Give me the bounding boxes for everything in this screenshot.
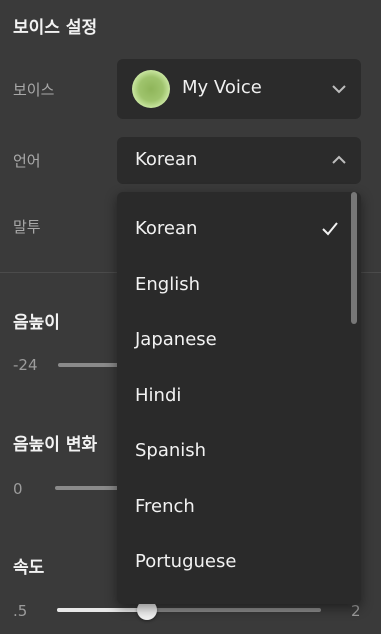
chevron-up-icon <box>332 155 346 164</box>
language-option-hindi[interactable]: Hindi <box>135 385 181 406</box>
voice-select-value: My Voice <box>182 77 262 98</box>
language-option-spanish[interactable]: Spanish <box>135 440 206 461</box>
checkmark-icon <box>322 222 338 236</box>
language-select[interactable]: Korean <box>117 137 361 184</box>
voice-label: 보이스 <box>13 81 55 99</box>
language-option-portuguese[interactable]: Portuguese <box>135 551 236 572</box>
speed-max-label: 2 <box>351 602 361 620</box>
language-select-value: Korean <box>135 149 198 170</box>
language-dropdown-menu[interactable]: Korean English Japanese Hindi Spanish French P… <box>117 192 361 604</box>
speed-min-label: .5 <box>13 602 28 620</box>
language-option-french[interactable]: French <box>135 496 195 517</box>
tone-label: 말투 <box>13 218 41 236</box>
voice-select[interactable]: My Voice <box>117 59 361 119</box>
pitch-variation-title: 음높이 변화 <box>13 435 98 455</box>
language-label: 언어 <box>13 152 41 170</box>
language-option-japanese[interactable]: Japanese <box>135 329 217 350</box>
dropdown-scrollbar[interactable] <box>351 192 357 324</box>
language-option-korean[interactable]: Korean <box>135 218 197 239</box>
voice-avatar-icon <box>132 70 170 108</box>
speed-slider-fill <box>57 608 147 612</box>
pitch-variation-min-label: 0 <box>13 480 23 498</box>
pitch-min-label: -24 <box>13 356 38 374</box>
pitch-title: 음높이 <box>13 313 60 333</box>
page-title: 보이스 설정 <box>13 18 98 38</box>
chevron-down-icon <box>332 85 346 94</box>
language-option-english[interactable]: English <box>135 274 200 295</box>
speed-title: 속도 <box>13 558 45 578</box>
